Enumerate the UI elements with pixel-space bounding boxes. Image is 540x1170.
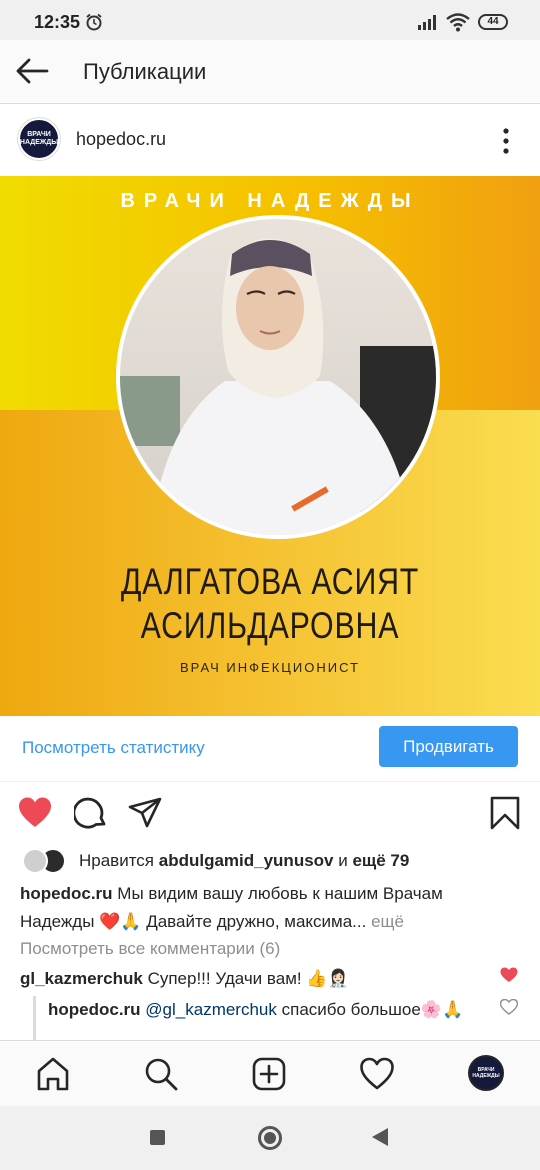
search-icon[interactable] xyxy=(144,1057,178,1091)
wifi-icon xyxy=(446,13,470,32)
post-image[interactable]: ВРАЧИ НАДЕЖДЫ ДАЛГАТОВА АСИЯТ АСИЛЬДАРОВ… xyxy=(0,176,540,716)
stats-row: Посмотреть статистику Продвигать xyxy=(0,716,540,782)
bookmark-icon[interactable] xyxy=(488,796,522,830)
share-icon[interactable] xyxy=(128,796,162,830)
caption-more[interactable]: ещё xyxy=(366,912,404,931)
likes-more[interactable]: ещё 79 xyxy=(352,851,409,870)
system-nav-bar xyxy=(0,1106,540,1170)
reply-text: спасибо большое🌸🙏 xyxy=(276,1000,464,1019)
promote-button[interactable]: Продвигать xyxy=(379,726,518,767)
doctor-name-line2: АСИЛЬДАРОВНА xyxy=(140,605,400,646)
bottom-nav: ВРАЧИ НАДЕЖДЫ xyxy=(0,1040,540,1106)
alarm-icon xyxy=(86,13,102,31)
likes-row: Нравится abdulgamid_yunusov и ещё 79 xyxy=(0,844,540,878)
avatar-text-line2: НАДЕЖДЫ xyxy=(19,139,59,146)
add-icon[interactable] xyxy=(252,1057,286,1091)
likes-middle: и xyxy=(333,851,353,870)
reply-mention[interactable]: @gl_kazmerchuk xyxy=(145,1000,277,1019)
doctor-role: ВРАЧ ИНФЕКЦИОНИСТ xyxy=(180,660,360,675)
battery-indicator: 44 xyxy=(478,14,508,30)
likes-text[interactable]: Нравится abdulgamid_yunusov и ещё 79 xyxy=(79,851,409,871)
banner-title: ВРАЧИ НАДЕЖДЫ xyxy=(120,190,420,212)
reply-comment: hopedoc.ru @gl_kazmerchuk спасибо большо… xyxy=(48,996,488,1024)
post-caption: hopedoc.ru Мы видим вашу любовь к нашим … xyxy=(20,880,520,936)
signal-icon xyxy=(418,15,436,30)
comment: gl_kazmerchuk Супер!!! Удачи вам! 👍👩🏻‍⚕️ xyxy=(20,965,520,993)
doctor-name: ДАЛГАТОВА АСИЯТ АСИЛЬДАРОВНА xyxy=(49,560,492,648)
more-icon[interactable] xyxy=(498,126,514,156)
home-icon[interactable] xyxy=(36,1057,70,1091)
post-header: ВРАЧИ НАДЕЖДЫ hopedoc.ru xyxy=(0,104,540,176)
avatar[interactable]: ВРАЧИ НАДЕЖДЫ xyxy=(18,118,60,160)
liker-avatar xyxy=(22,848,48,874)
back-button[interactable] xyxy=(372,1128,388,1146)
page-title: Публикации xyxy=(83,59,207,84)
doctor-name-line1: ДАЛГАТОВА АСИЯТ xyxy=(120,561,420,602)
recents-button[interactable] xyxy=(150,1130,165,1145)
reply-thread-line xyxy=(33,996,36,1040)
status-bar: 12:35 44 xyxy=(0,0,540,40)
likes-prefix: Нравится xyxy=(79,851,159,870)
comment-icon[interactable] xyxy=(74,796,108,830)
home-button[interactable] xyxy=(258,1126,282,1150)
reply-username[interactable]: hopedoc.ru xyxy=(48,1000,141,1019)
avatar-text-line1: ВРАЧИ xyxy=(27,131,51,138)
post-actions xyxy=(0,782,540,844)
nav-avatar-text-line2: НАДЕЖДЫ xyxy=(472,1073,500,1079)
post-username[interactable]: hopedoc.ru xyxy=(76,129,166,150)
heart-icon[interactable] xyxy=(18,796,52,830)
comment-like-icon[interactable] xyxy=(500,967,518,983)
reply-like-icon[interactable] xyxy=(500,999,518,1015)
app-header: Публикации xyxy=(0,40,540,104)
view-all-comments[interactable]: Посмотреть все комментарии (6) xyxy=(20,939,280,959)
back-icon[interactable] xyxy=(14,56,50,86)
activity-icon[interactable] xyxy=(360,1057,394,1091)
profile-avatar[interactable]: ВРАЧИ НАДЕЖДЫ xyxy=(468,1055,504,1091)
likes-user[interactable]: abdulgamid_yunusov xyxy=(159,851,334,870)
view-insights-link[interactable]: Посмотреть статистику xyxy=(22,738,205,758)
comment-username[interactable]: gl_kazmerchuk xyxy=(20,969,143,988)
comment-text: Супер!!! Удачи вам! 👍👩🏻‍⚕️ xyxy=(142,969,349,988)
caption-username[interactable]: hopedoc.ru xyxy=(20,884,113,903)
status-time: 12:35 xyxy=(34,12,81,32)
